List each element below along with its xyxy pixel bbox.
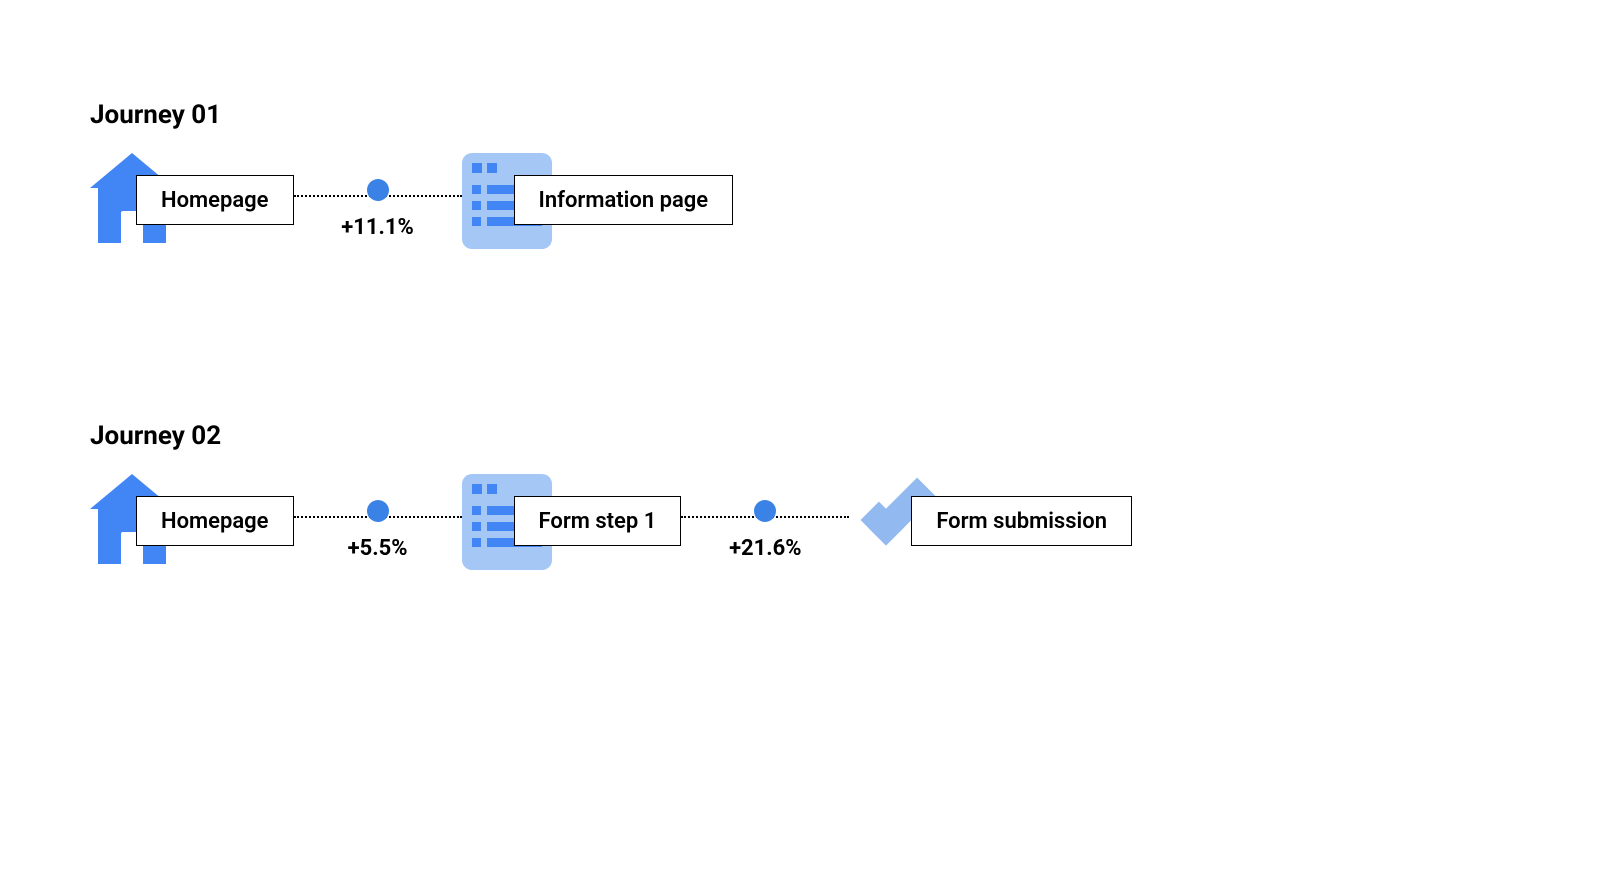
connector-value: +21.6% — [729, 536, 802, 561]
step-label: Homepage — [136, 496, 294, 546]
journey-title: Journey 02 — [90, 421, 1511, 451]
journey-flow: Homepage +5.5% — [90, 496, 1511, 592]
step-label: Information page — [514, 175, 734, 225]
journey-step-homepage: Homepage — [90, 496, 294, 586]
journey-connector: +11.1% — [294, 175, 462, 240]
journey-section-1: Journey 01 Homepage +11.1% — [90, 100, 1511, 271]
journey-step-form-step-1: Form step 1 — [462, 496, 682, 592]
step-label: Form step 1 — [514, 496, 682, 546]
connector-dot-icon — [367, 179, 389, 201]
journey-section-2: Journey 02 Homepage +5.5% — [90, 421, 1511, 592]
journey-step-information-page: Information page — [462, 175, 734, 271]
journey-step-form-submission: Form submission — [849, 496, 1132, 586]
journey-connector: +5.5% — [294, 496, 462, 561]
journey-connector: +21.6% — [681, 496, 849, 561]
step-label: Homepage — [136, 175, 294, 225]
step-label: Form submission — [911, 496, 1132, 546]
connector-value: +5.5% — [348, 536, 408, 561]
journey-flow: Homepage +11.1% — [90, 175, 1511, 271]
connector-dot-icon — [367, 500, 389, 522]
connector-value: +11.1% — [341, 215, 414, 240]
journey-title: Journey 01 — [90, 100, 1511, 130]
connector-dot-icon — [754, 500, 776, 522]
journey-step-homepage: Homepage — [90, 175, 294, 265]
